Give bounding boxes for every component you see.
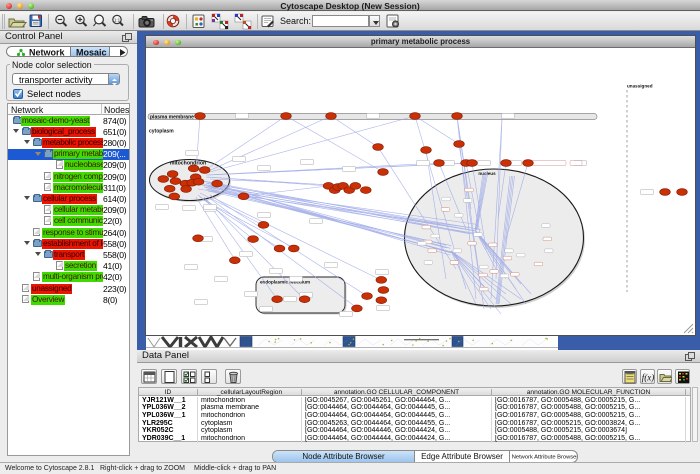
- svg-text:f(x): f(x): [642, 373, 655, 383]
- svg-text:1:1: 1:1: [114, 18, 121, 23]
- svg-text:Mosaic: Mosaic: [76, 48, 107, 57]
- svg-text:cytoplasm: cytoplasm: [149, 129, 174, 135]
- svg-text:Network: Network: [29, 48, 66, 57]
- svg-text:plasma membrane: plasma membrane: [150, 115, 194, 121]
- svg-text:mitochondrion: mitochondrion: [170, 161, 206, 167]
- svg-text:unassigned: unassigned: [627, 84, 653, 89]
